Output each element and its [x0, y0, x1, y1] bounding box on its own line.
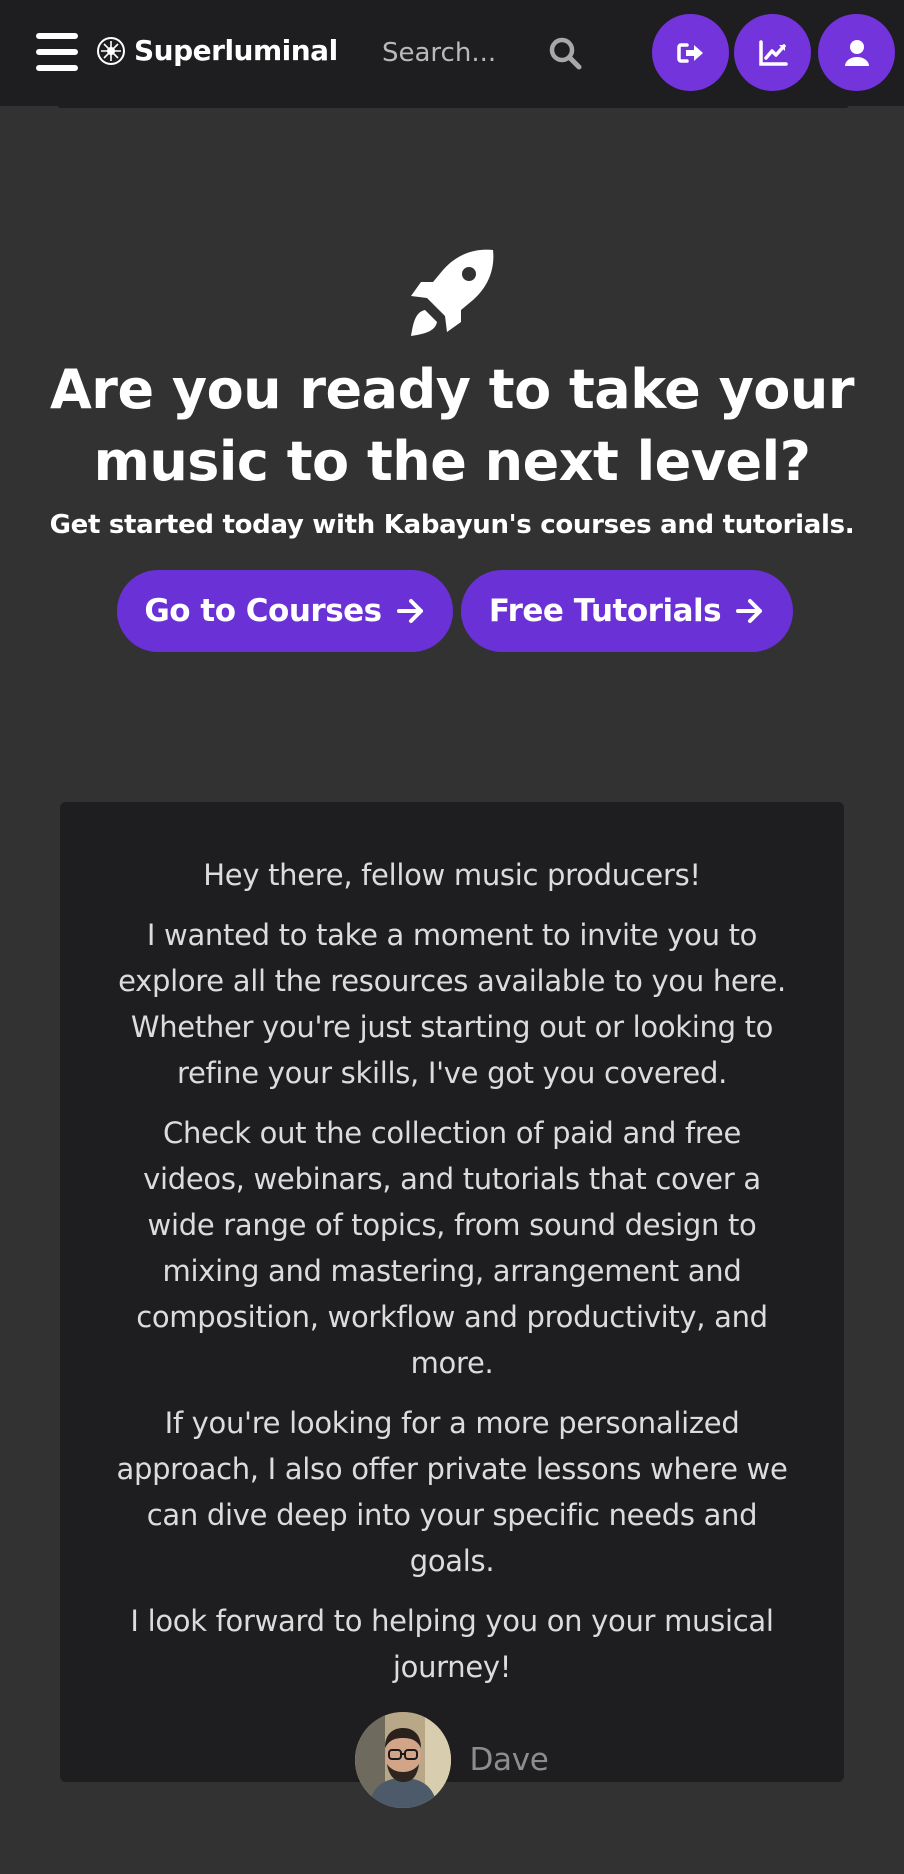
- letter-paragraph: I look forward to helping you on your mu…: [130, 1604, 774, 1684]
- top-navbar: Superluminal: [0, 0, 904, 106]
- brand-name: Superluminal: [134, 34, 338, 67]
- menu-bar: [36, 65, 78, 71]
- navbar-underline: [58, 106, 848, 108]
- signature-name: Dave: [469, 1742, 549, 1778]
- hero-title: Are you ready to take your music to the …: [50, 358, 854, 493]
- letter-paragraph: If you're looking for a more personalize…: [116, 1406, 788, 1578]
- stats-button[interactable]: [734, 14, 811, 91]
- chart-line-icon: [758, 39, 788, 66]
- tutorials-button-label: Free Tutorials: [488, 593, 722, 629]
- signature: Dave: [116, 1712, 788, 1808]
- courses-button-label: Go to Courses: [144, 593, 382, 629]
- search-input[interactable]: [372, 28, 522, 78]
- welcome-letter-card: Hey there, fellow music producers! I wan…: [60, 802, 844, 1808]
- brand-link[interactable]: Superluminal: [96, 34, 338, 67]
- hero-section: Are you ready to take your music to the …: [0, 248, 904, 540]
- hero-subtitle: Get started today with Kabayun's courses…: [49, 510, 855, 540]
- letter-paragraph: Check out the collection of paid and fre…: [136, 1116, 768, 1380]
- avatar-portrait: [355, 1712, 452, 1808]
- brand-logo-icon: [97, 36, 125, 65]
- letter-paragraph: Hey there, fellow music producers!: [203, 858, 701, 892]
- go-to-courses-button[interactable]: Go to Courses: [117, 570, 453, 652]
- free-tutorials-button[interactable]: Free Tutorials: [461, 570, 793, 652]
- letter-paragraph: I wanted to take a moment to invite you …: [118, 918, 786, 1090]
- menu-bar: [36, 49, 78, 55]
- user-profile-button[interactable]: [818, 14, 895, 91]
- search-icon[interactable]: [548, 36, 582, 70]
- cta-row: Go to Courses Free Tutorials: [0, 570, 904, 652]
- user-icon: [844, 39, 869, 66]
- arrow-right-icon: [396, 599, 423, 623]
- rocket-icon: [411, 249, 494, 336]
- hamburger-menu-icon[interactable]: [36, 33, 78, 71]
- avatar: [355, 1712, 452, 1808]
- sign-out-icon: [676, 42, 703, 63]
- menu-bar: [36, 33, 78, 39]
- arrow-right-icon: [736, 599, 763, 623]
- logout-button[interactable]: [652, 14, 729, 91]
